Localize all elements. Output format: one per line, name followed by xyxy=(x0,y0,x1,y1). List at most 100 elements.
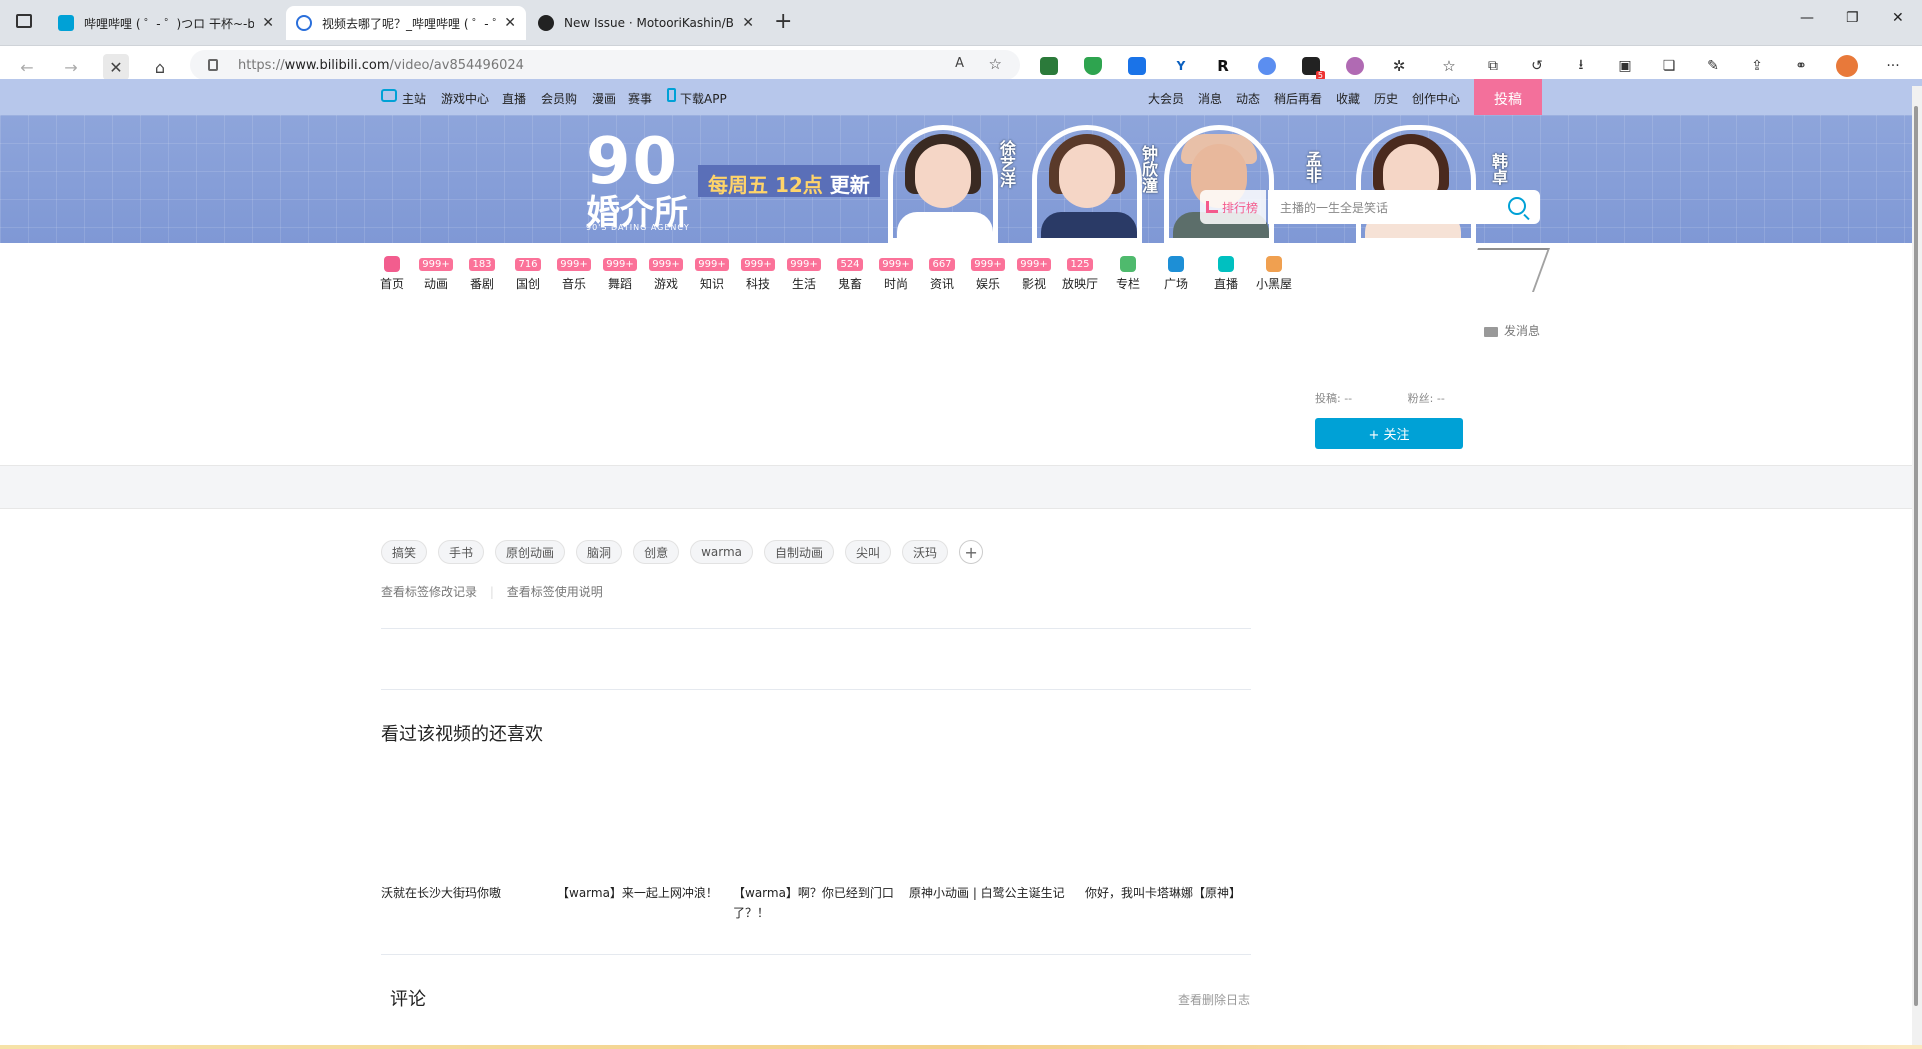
new-tab-button[interactable]: + xyxy=(774,9,792,34)
delete-log-link[interactable]: 查看删除日志 xyxy=(1178,991,1250,1008)
screenshot-icon[interactable]: ▣ xyxy=(1616,57,1634,75)
tag-item[interactable]: warma xyxy=(690,540,754,564)
tag-item[interactable]: 自制动画 xyxy=(764,540,835,564)
nav-manga[interactable]: 漫画 xyxy=(592,90,616,107)
favorites-icon[interactable]: ☆ xyxy=(1440,57,1458,75)
tag-item[interactable]: 手书 xyxy=(438,540,485,564)
channel-12[interactable]: 667 资讯 xyxy=(918,256,966,292)
close-tab-icon[interactable]: ✕ xyxy=(504,15,516,31)
stop-loading-icon[interactable]: ✕ xyxy=(103,54,129,80)
follow-button[interactable]: + 关注 xyxy=(1315,418,1463,449)
channel-6[interactable]: 999+ 游戏 xyxy=(642,256,690,292)
scrollbar-thumb[interactable] xyxy=(1914,106,1918,1006)
channel-19[interactable]: 小黑屋 xyxy=(1250,256,1298,292)
close-tab-icon[interactable]: ✕ xyxy=(262,15,274,31)
channel-2[interactable]: 183 番剧 xyxy=(458,256,506,292)
browser-tab-2[interactable]: New Issue · MotooriKashin/Bilibi ✕ xyxy=(528,6,764,40)
tag-item[interactable]: 创意 xyxy=(633,540,680,564)
favorite-add-icon[interactable]: ☆ xyxy=(989,55,1002,73)
recommend-item[interactable]: 【warma】来一起上网冲浪！ xyxy=(557,883,727,903)
channel-8[interactable]: 999+ 科技 xyxy=(734,256,782,292)
channel-14[interactable]: 999+ 影视 xyxy=(1010,256,1058,292)
extension-8-icon[interactable] xyxy=(1346,57,1364,75)
nav-download-app[interactable]: 下载APP xyxy=(680,90,727,107)
upload-button[interactable]: 投稿 xyxy=(1474,79,1542,119)
channel-0[interactable]: 首页 xyxy=(368,256,416,292)
search-icon[interactable] xyxy=(1508,197,1526,215)
forward-icon[interactable]: → xyxy=(58,54,84,80)
extension-7-icon[interactable]: 5 xyxy=(1302,57,1325,80)
shield-extension-icon[interactable] xyxy=(1084,57,1102,75)
nav-messages[interactable]: 消息 xyxy=(1198,90,1222,107)
nav-live[interactable]: 直播 xyxy=(502,90,526,107)
send-message-button[interactable]: 发消息 xyxy=(1484,322,1540,339)
nav-creator-center[interactable]: 创作中心 xyxy=(1412,90,1460,107)
channel-5[interactable]: 999+ 舞蹈 xyxy=(596,256,644,292)
channel-4[interactable]: 999+ 音乐 xyxy=(550,256,598,292)
minimize-icon[interactable]: — xyxy=(1800,10,1814,26)
channel-15[interactable]: 125 放映厅 xyxy=(1056,256,1104,292)
close-window-icon[interactable]: ✕ xyxy=(1892,10,1904,26)
channel-16[interactable]: 专栏 xyxy=(1104,256,1152,292)
close-tab-icon[interactable]: ✕ xyxy=(742,15,754,31)
browser-tab-0[interactable]: 哔哩哔哩 ( ゜- ゜)つロ 干杯~-bili ✕ xyxy=(48,6,284,40)
nav-events[interactable]: 赛事 xyxy=(628,90,652,107)
channel-17[interactable]: 广场 xyxy=(1152,256,1200,292)
nav-main-site[interactable]: 主站 xyxy=(402,90,426,107)
channel-13[interactable]: 999+ 娱乐 xyxy=(964,256,1012,292)
nav-shop[interactable]: 会员购 xyxy=(541,90,577,107)
nav-game-center[interactable]: 游戏中心 xyxy=(441,90,489,107)
browser-tab-1[interactable]: 视频去哪了呢？_哔哩哔哩 ( ゜- ゜ ✕ xyxy=(286,6,526,40)
ranking-button[interactable]: 排行榜 xyxy=(1200,190,1266,224)
search-input[interactable]: 主播的一生全是笑话 xyxy=(1268,190,1540,224)
channel-3[interactable]: 716 国创 xyxy=(504,256,552,292)
add-tag-icon[interactable]: + xyxy=(959,540,984,564)
apps-icon[interactable]: ❏ xyxy=(1660,57,1678,75)
profile-avatar[interactable] xyxy=(1836,55,1858,77)
downloads-icon[interactable]: ⭳ xyxy=(1572,57,1590,75)
channel-label: 资讯 xyxy=(929,277,954,291)
extension-1-icon[interactable] xyxy=(1040,57,1058,75)
nav-history[interactable]: 历史 xyxy=(1374,90,1398,107)
channel-7[interactable]: 999+ 知识 xyxy=(688,256,736,292)
recommend-item[interactable]: 原神小动画 | 白鹭公主诞生记 xyxy=(909,883,1079,903)
settings-more-icon[interactable]: ··· xyxy=(1884,57,1902,75)
tag-edit-history-link[interactable]: 查看标签修改记录 xyxy=(381,585,477,599)
collections-icon[interactable]: ⧉ xyxy=(1484,57,1502,75)
extensions-puzzle-icon[interactable]: ✲ xyxy=(1390,57,1408,75)
channel-9[interactable]: 999+ 生活 xyxy=(780,256,828,292)
sync-icon[interactable]: ⚭ xyxy=(1792,57,1810,75)
restore-icon[interactable]: ❐ xyxy=(1846,10,1859,26)
extension-6-icon[interactable] xyxy=(1258,57,1276,75)
extension-3-icon[interactable] xyxy=(1128,57,1146,75)
recommend-item[interactable]: 沃就在长沙大街玛你嗷 xyxy=(381,883,551,903)
extension-4-icon[interactable]: Y xyxy=(1172,57,1190,75)
nav-favorites[interactable]: 收藏 xyxy=(1336,90,1360,107)
history-icon[interactable]: ↺ xyxy=(1528,57,1546,75)
feedback-icon[interactable]: ✎ xyxy=(1704,57,1722,75)
extension-r-icon[interactable]: R xyxy=(1214,57,1232,75)
tab-actions-icon[interactable] xyxy=(16,14,32,28)
tag-item[interactable]: 搞笑 xyxy=(381,540,428,564)
share-icon[interactable]: ⇪ xyxy=(1748,57,1766,75)
home-icon[interactable]: ⌂ xyxy=(147,54,173,80)
channel-18[interactable]: 直播 xyxy=(1202,256,1250,292)
channel-1[interactable]: 999+ 动画 xyxy=(412,256,460,292)
nav-watch-later[interactable]: 稍后再看 xyxy=(1274,90,1322,107)
tag-usage-guide-link[interactable]: 查看标签使用说明 xyxy=(507,585,603,599)
tag-item[interactable]: 原创动画 xyxy=(495,540,566,564)
channel-10[interactable]: 524 鬼畜 xyxy=(826,256,874,292)
nav-dynamic[interactable]: 动态 xyxy=(1236,90,1260,107)
recommend-item[interactable]: 你好，我叫卡塔琳娜【原神】 xyxy=(1085,883,1255,903)
recommend-item[interactable]: 【warma】啊？你已经到门口了？！ xyxy=(733,883,895,923)
tag-item[interactable]: 脑洞 xyxy=(576,540,623,564)
url-bar[interactable]: https://www.bilibili.com/video/av8544960… xyxy=(190,50,1020,80)
tag-item[interactable]: 沃玛 xyxy=(902,540,949,564)
page-scrollbar[interactable] xyxy=(1912,86,1922,1049)
back-icon[interactable]: ← xyxy=(14,54,40,80)
slogan-update: 更新 xyxy=(829,173,870,197)
nav-vip[interactable]: 大会员 xyxy=(1148,90,1184,107)
channel-11[interactable]: 999+ 时尚 xyxy=(872,256,920,292)
read-aloud-icon[interactable]: A xyxy=(955,56,964,71)
tag-item[interactable]: 尖叫 xyxy=(845,540,892,564)
